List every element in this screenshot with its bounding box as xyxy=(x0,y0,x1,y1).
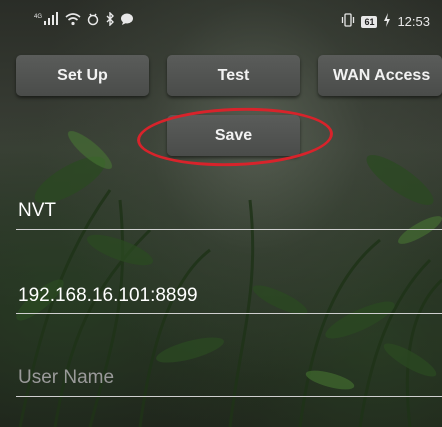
status-bar: 4G 61 12:53 xyxy=(0,0,442,44)
status-left: 4G xyxy=(34,11,134,29)
vibrate-icon xyxy=(341,13,355,30)
app-screen: 4G 61 12:53 Set Up Test WAN Access Save … xyxy=(0,0,442,427)
wan-access-button[interactable]: WAN Access xyxy=(318,55,442,96)
clock-time: 12:53 xyxy=(397,14,430,29)
username-field[interactable]: User Name xyxy=(18,367,442,389)
nfc-icon xyxy=(86,12,100,29)
username-underline xyxy=(16,396,442,397)
status-right: 61 12:53 xyxy=(341,13,430,30)
chat-icon xyxy=(120,12,134,29)
device-name-underline xyxy=(16,229,442,230)
device-address-field[interactable]: 192.168.16.101:8899 xyxy=(18,285,442,307)
signal-icon: 4G xyxy=(34,12,60,29)
setup-button[interactable]: Set Up xyxy=(16,55,149,96)
device-address-underline xyxy=(16,313,442,314)
battery-icon: 61 xyxy=(361,15,378,28)
network-label: 4G xyxy=(34,14,42,20)
charging-icon xyxy=(383,13,391,30)
test-button[interactable]: Test xyxy=(167,55,300,96)
device-name-field[interactable]: NVT xyxy=(18,200,442,222)
wifi-icon xyxy=(65,12,81,29)
bluetooth-icon xyxy=(105,11,115,29)
save-highlight-annotation xyxy=(136,104,334,170)
